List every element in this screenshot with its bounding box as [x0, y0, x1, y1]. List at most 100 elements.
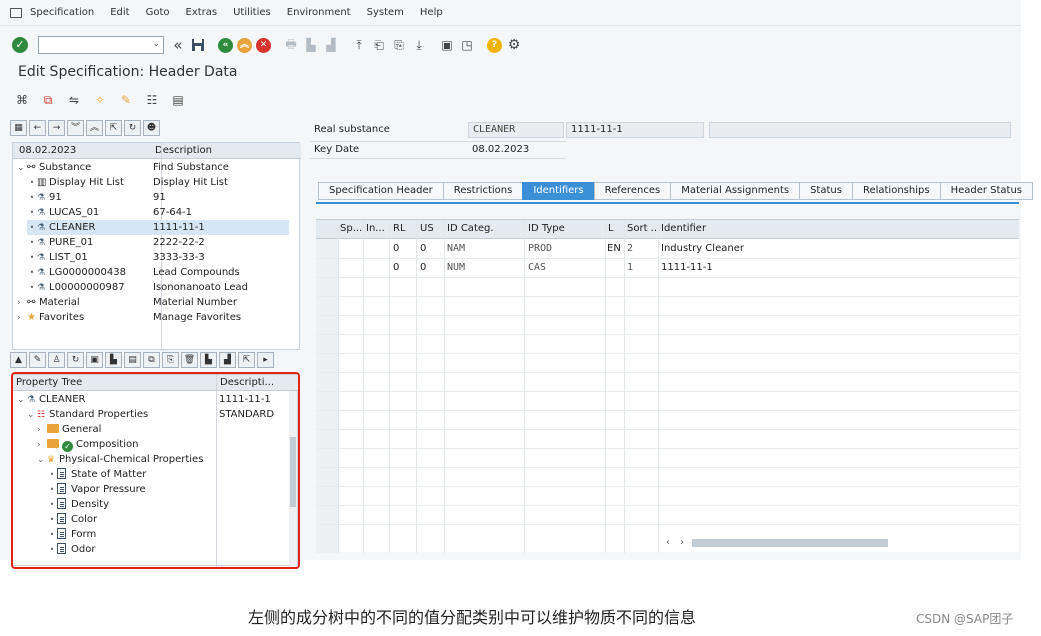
col-l[interactable]: L: [608, 223, 614, 234]
menu-system[interactable]: System: [367, 7, 404, 18]
export-icon[interactable]: ⇱: [105, 120, 122, 136]
chart-icon[interactable]: ▙: [105, 352, 122, 368]
table-cell[interactable]: PROD: [528, 243, 552, 254]
tree-node-material[interactable]: › ⚯ Material: [17, 295, 157, 310]
tab-specification-header[interactable]: Specification Header: [318, 182, 443, 200]
refresh-icon[interactable]: ↻: [67, 352, 84, 368]
tab-relationships[interactable]: Relationships: [851, 182, 940, 200]
table-cell[interactable]: 0: [393, 243, 399, 254]
hat-icon[interactable]: ▲: [10, 352, 27, 368]
table-cell[interactable]: CAS: [528, 262, 546, 273]
layout-icon[interactable]: ▤: [170, 92, 186, 108]
gear-icon[interactable]: ⚙: [506, 37, 522, 53]
horizontal-scrollbar[interactable]: ‹ ›: [660, 537, 1010, 549]
tree-node-pure-01[interactable]: • ⚗ PURE_01: [27, 235, 157, 250]
filter-icon[interactable]: ▣: [86, 352, 103, 368]
tab-status[interactable]: Status: [799, 182, 852, 200]
where-used-icon[interactable]: ✧: [92, 92, 108, 108]
system-menu-icon[interactable]: [10, 7, 22, 18]
table-cell[interactable]: 0: [420, 243, 426, 254]
copy-icon[interactable]: ⧉: [143, 352, 160, 368]
chevron-right-icon[interactable]: ›: [17, 311, 27, 326]
help-icon[interactable]: ?: [487, 37, 502, 53]
select-all-icon[interactable]: ▦: [10, 120, 27, 136]
refresh-icon[interactable]: ↻: [124, 120, 141, 136]
table-cell[interactable]: 1: [627, 262, 633, 273]
menu-goto[interactable]: Goto: [146, 7, 170, 18]
arrow-right-icon[interactable]: →: [48, 120, 65, 136]
command-field[interactable]: ⌄: [38, 36, 164, 54]
table-cell[interactable]: 2: [627, 243, 633, 254]
expand-all-icon[interactable]: ︾: [67, 120, 84, 136]
tab-restrictions[interactable]: Restrictions: [442, 182, 523, 200]
table-icon[interactable]: ▤: [124, 352, 141, 368]
tab-references[interactable]: References: [593, 182, 671, 200]
tree-node-display-hit-list[interactable]: • ▥ Display Hit List: [27, 175, 157, 190]
table-cell[interactable]: NUM: [447, 262, 465, 273]
last-page-icon[interactable]: ⤓: [411, 37, 427, 53]
paste-icon[interactable]: ⎘: [162, 352, 179, 368]
find-next-icon[interactable]: ▟: [323, 37, 339, 53]
hierarchy-icon[interactable]: ☷: [144, 92, 160, 108]
table-cell[interactable]: EN: [607, 243, 621, 254]
menu-extras[interactable]: Extras: [186, 7, 218, 18]
collapse-all-icon[interactable]: ︽: [86, 120, 103, 136]
enter-icon[interactable]: ✓: [12, 37, 28, 53]
exit-icon[interactable]: ︽: [237, 37, 252, 53]
cancel-icon[interactable]: ✕: [256, 37, 271, 53]
edit-note-icon[interactable]: ✎: [118, 92, 134, 108]
previous-page-icon[interactable]: ⎗: [371, 37, 387, 53]
tree-node-lucas-01[interactable]: • ⚗ LUCAS_01: [27, 205, 157, 220]
real-substance-field[interactable]: CLEANER: [468, 122, 564, 138]
find-next-icon[interactable]: ▟: [219, 352, 236, 368]
scroll-right-icon[interactable]: ›: [680, 537, 684, 548]
table-cell[interactable]: 0: [393, 262, 399, 273]
export-icon[interactable]: ⇱: [238, 352, 255, 368]
copy-icon[interactable]: ⧉: [40, 92, 56, 108]
double-left-icon[interactable]: «: [170, 36, 186, 54]
scroll-left-icon[interactable]: ‹: [666, 537, 670, 548]
save-icon[interactable]: [190, 37, 206, 53]
users-icon[interactable]: ☻: [143, 120, 160, 136]
chevron-down-icon[interactable]: ⌄: [152, 39, 160, 49]
menu-edit[interactable]: Edit: [110, 7, 129, 18]
trash-icon[interactable]: 🗑: [181, 352, 198, 368]
menu-environment[interactable]: Environment: [287, 7, 351, 18]
col-us[interactable]: US: [420, 223, 434, 234]
display-change-icon[interactable]: ⌘: [14, 92, 30, 108]
next-page-icon[interactable]: ⎘: [391, 37, 407, 53]
tree-node-substance[interactable]: ⌄ ⚯ Substance: [17, 160, 157, 175]
chevron-right-icon[interactable]: ›: [17, 296, 27, 311]
tree-node-list-01[interactable]: • ⚗ LIST_01: [27, 250, 157, 265]
first-page-icon[interactable]: ⤒: [351, 37, 367, 53]
table-cell[interactable]: 0: [420, 262, 426, 273]
menu-utilities[interactable]: Utilities: [233, 7, 271, 18]
compare-icon[interactable]: ⇋: [66, 92, 82, 108]
tree-node-lg0000000438[interactable]: • ⚗ LG0000000438: [27, 265, 157, 280]
table-cell[interactable]: Industry Cleaner: [661, 243, 744, 254]
more-icon[interactable]: ▸: [257, 352, 274, 368]
edit-value-icon[interactable]: ✎: [29, 352, 46, 368]
table-cell[interactable]: 1111-11-1: [661, 262, 713, 273]
tree-node-l00000000987[interactable]: • ⚗ L00000000987: [27, 280, 157, 295]
find-icon[interactable]: ▙: [200, 352, 217, 368]
menu-specification[interactable]: Specification: [30, 7, 94, 18]
col-sort[interactable]: Sort ...: [627, 223, 660, 234]
scroll-thumb[interactable]: [692, 539, 888, 547]
chevron-down-icon[interactable]: ⌄: [17, 161, 27, 176]
col-sp[interactable]: Sp...: [340, 223, 362, 234]
shortcut-icon[interactable]: ◳: [459, 37, 475, 53]
new-session-icon[interactable]: ▣: [439, 37, 455, 53]
menu-help[interactable]: Help: [420, 7, 443, 18]
back-icon[interactable]: «: [218, 37, 233, 53]
arrow-left-icon[interactable]: ←: [29, 120, 46, 136]
org-icon[interactable]: ♙: [48, 352, 65, 368]
col-in[interactable]: In...: [366, 223, 385, 234]
table-cell[interactable]: NAM: [447, 243, 465, 254]
tree-node-favorites[interactable]: › ★ Favorites: [17, 310, 157, 325]
col-id-categ[interactable]: ID Categ.: [447, 223, 494, 234]
col-identifier[interactable]: Identifier: [661, 223, 706, 234]
print-icon[interactable]: 🖶: [283, 37, 299, 53]
tree-node-91[interactable]: • ⚗ 91: [27, 190, 157, 205]
tab-identifiers[interactable]: Identifiers: [522, 182, 594, 200]
